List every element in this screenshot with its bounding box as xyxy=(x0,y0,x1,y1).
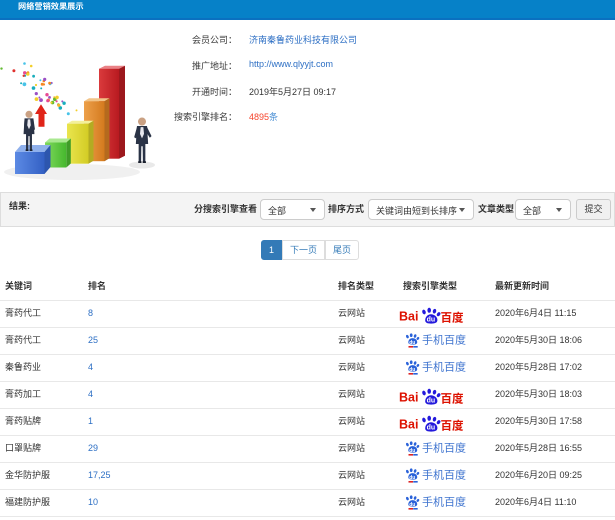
svg-text:百度: 百度 xyxy=(441,390,464,406)
svg-text:百度: 百度 xyxy=(441,417,464,433)
svg-text:手机百度: 手机百度 xyxy=(422,467,466,483)
svg-text:du: du xyxy=(409,339,415,345)
svg-text:du: du xyxy=(409,501,415,507)
svg-text:du: du xyxy=(409,447,415,453)
svg-text:手机百度: 手机百度 xyxy=(422,332,466,348)
svg-text:手机百度: 手机百度 xyxy=(422,440,466,456)
svg-text:手机百度: 手机百度 xyxy=(422,494,466,510)
svg-text:手机百度: 手机百度 xyxy=(422,359,466,375)
svg-text:du: du xyxy=(409,474,415,480)
svg-text:Bai: Bai xyxy=(399,391,418,405)
svg-text:du: du xyxy=(409,366,415,372)
svg-text:百度: 百度 xyxy=(441,309,464,325)
svg-text:du: du xyxy=(427,317,436,324)
svg-text:Bai: Bai xyxy=(399,418,418,432)
svg-text:du: du xyxy=(427,398,436,405)
svg-text:du: du xyxy=(427,425,436,432)
svg-text:Bai: Bai xyxy=(399,310,418,324)
